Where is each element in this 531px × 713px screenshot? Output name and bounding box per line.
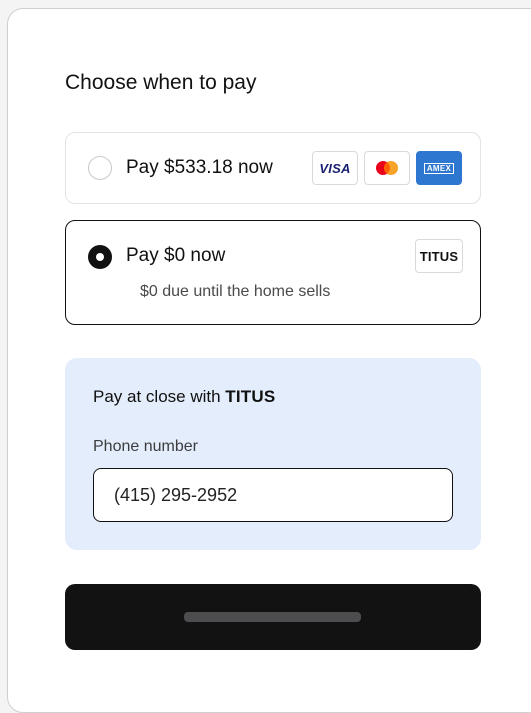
page-title: Choose when to pay [65,71,257,94]
option-label: Pay $533.18 now [126,157,273,178]
option-pay-now[interactable]: Pay $533.18 now VISA AMEX [65,132,481,204]
button-label-placeholder [184,612,361,622]
titus-brand-text: TITUS [225,387,276,406]
phone-label: Phone number [93,438,198,455]
titus-panel: Pay at close with TITUS Phone number [65,358,481,550]
radio-unselected[interactable] [88,156,112,180]
amex-icon: AMEX [416,151,462,185]
submit-button[interactable] [65,584,481,650]
radio-selected[interactable] [88,245,112,269]
titus-logo-icon: TITUS [415,239,463,273]
option-label: Pay $0 now [126,245,226,266]
amex-text: AMEX [423,162,455,174]
mastercard-icon [364,151,410,185]
mastercard-logo [376,161,398,175]
option-pay-at-close[interactable]: Pay $0 now $0 due until the home sells T… [65,220,481,325]
phone-input[interactable] [93,468,453,522]
panel-title-prefix: Pay at close with [93,387,221,406]
option-sublabel: $0 due until the home sells [140,283,331,300]
visa-icon: VISA [312,151,358,185]
visa-text: VISA [319,160,351,176]
panel-title: Pay at close with TITUS [93,387,275,407]
